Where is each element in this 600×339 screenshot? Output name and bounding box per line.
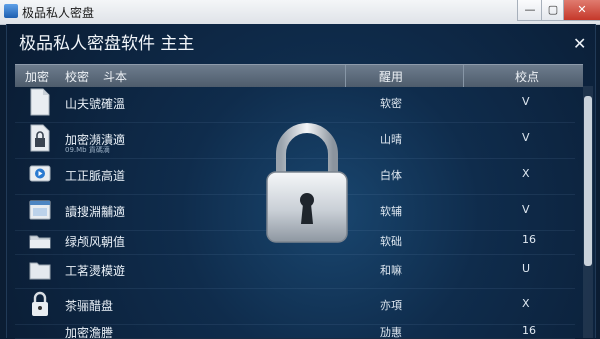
item-count: 16 (522, 324, 536, 337)
item-count: V (522, 95, 530, 108)
window-titlebar[interactable]: 极品私人密盘 — ▢ ✕ (0, 0, 600, 25)
item-type: 软础 (380, 235, 402, 248)
list-item[interactable]: 工茗燙模遊 和嘛 U (15, 254, 575, 289)
list-header-toolbar: 加密 校密 斗本 醒用 校点 (15, 64, 583, 87)
app-panel: 极品私人密盘软件 主主 ✕ 加密 校密 斗本 醒用 校点 山夫號確溫 软密 V … (6, 24, 596, 339)
item-type: 和嘛 (380, 264, 402, 277)
minimize-button[interactable]: — (517, 0, 543, 21)
window-close-button[interactable]: ✕ (563, 0, 600, 21)
list-item[interactable]: 茶骊醋盘 亦項 X (15, 288, 575, 325)
column-header-type[interactable]: 醒用 (379, 68, 403, 85)
verify-menu-item[interactable]: 校密 (65, 68, 89, 85)
item-type: 白体 (380, 169, 402, 182)
padlock-icon (32, 291, 48, 316)
list-item[interactable]: 山夫號確溫 软密 V (15, 86, 575, 123)
item-count: V (522, 131, 530, 144)
encrypt-menu-item[interactable]: 加密 (25, 68, 49, 85)
column-separator (345, 65, 346, 87)
list-item[interactable]: 加密澹謄 劢惠 16 (15, 324, 575, 339)
app-title: 极品私人密盘软件 主主 (19, 34, 195, 54)
locked-document-icon (30, 124, 50, 152)
item-type: 软辅 (380, 205, 402, 218)
scrollbar-thumb[interactable] (584, 96, 592, 266)
maximize-button[interactable]: ▢ (541, 0, 565, 21)
file-menu-item[interactable]: 斗本 (103, 68, 127, 85)
item-count: U (522, 262, 531, 275)
app-close-button[interactable]: ✕ (573, 34, 586, 53)
folder-icon (29, 262, 51, 280)
item-name: 茶骊醋盘 (65, 299, 114, 313)
item-name: 工茗燙模遊 (65, 264, 126, 278)
item-subtitle: 09.Mb 貢碼滴 (65, 146, 110, 154)
window-title: 极品私人密盘 (22, 6, 95, 20)
item-count: X (522, 167, 530, 180)
item-count: 16 (522, 233, 536, 246)
document-icon (30, 88, 50, 116)
padlock-icon (266, 123, 348, 243)
item-name: 山夫號確溫 (65, 97, 126, 111)
column-separator (463, 65, 464, 87)
item-type: 软密 (380, 97, 402, 110)
item-count: V (522, 203, 530, 216)
item-count: X (522, 297, 530, 310)
item-type: 山晴 (380, 133, 402, 146)
item-type: 亦項 (380, 299, 402, 312)
column-header-count[interactable]: 校点 (515, 68, 539, 85)
item-name: 加密澹謄 (65, 326, 114, 339)
item-name: 讀搜淵黼適 (65, 205, 126, 219)
item-name: 工正脈高道 (65, 169, 126, 183)
app-icon (4, 4, 18, 18)
list-scrollbar[interactable] (583, 86, 593, 338)
item-name: 绿颅风朝值 (65, 235, 126, 249)
item-type: 劢惠 (380, 326, 402, 339)
video-icon (29, 165, 51, 182)
folder-open-icon (29, 235, 51, 249)
window-icon (29, 200, 51, 220)
